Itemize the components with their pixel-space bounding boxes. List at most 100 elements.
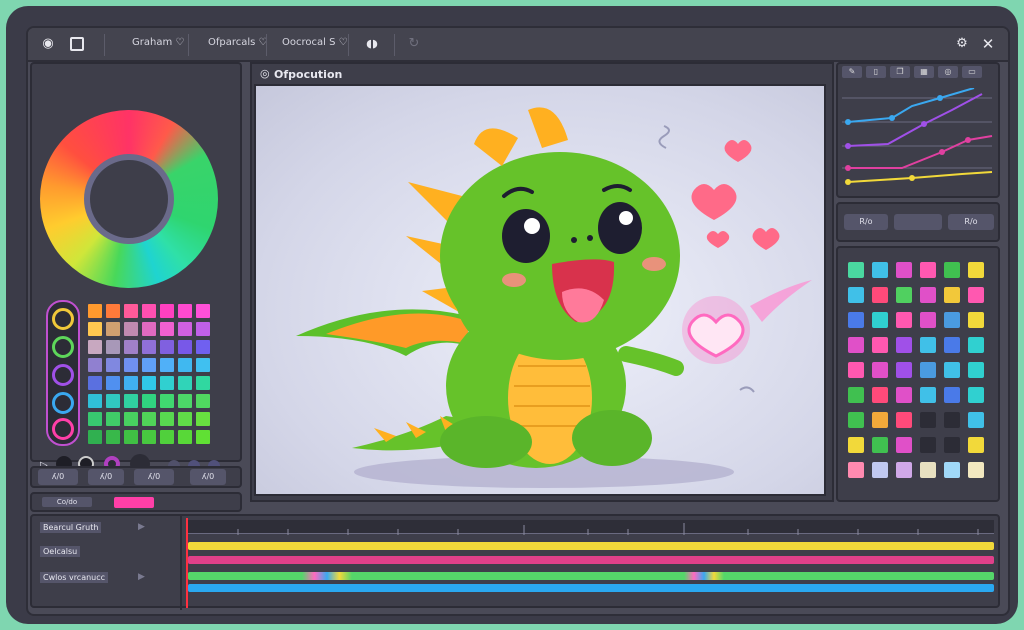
bookmark-icon[interactable]: ▭ — [962, 66, 982, 78]
swatch-right-7-4[interactable] — [944, 437, 960, 453]
track-yellow[interactable] — [188, 542, 994, 550]
swatch-left-3-0[interactable] — [88, 358, 102, 372]
grid-icon[interactable]: ▦ — [914, 66, 934, 78]
track-label-3[interactable]: Cwlos vrcanucc — [40, 572, 109, 583]
swatch-left-5-6[interactable] — [196, 394, 210, 408]
swatch-left-2-0[interactable] — [88, 340, 102, 354]
swatch-right-2-2[interactable] — [896, 312, 912, 328]
track-1-play-icon[interactable]: ▶ — [138, 522, 145, 532]
swatch-left-4-5[interactable] — [178, 376, 192, 390]
swatch-left-6-4[interactable] — [160, 412, 174, 426]
swatch-right-3-0[interactable] — [848, 337, 864, 353]
swatch-left-5-4[interactable] — [160, 394, 174, 408]
swatch-right-2-5[interactable] — [968, 312, 984, 328]
swatch-left-4-3[interactable] — [142, 376, 156, 390]
swatch-left-1-2[interactable] — [124, 322, 138, 336]
swatch-left-1-4[interactable] — [160, 322, 174, 336]
track-green-keyframe-2[interactable] — [684, 572, 724, 580]
swatch-right-2-1[interactable] — [872, 312, 888, 328]
curve-graph[interactable] — [842, 88, 996, 196]
swatch-right-8-4[interactable] — [944, 462, 960, 478]
swatch-left-6-6[interactable] — [196, 412, 210, 426]
yellow-ring-tool[interactable] — [52, 308, 74, 330]
swatch-left-0-0[interactable] — [88, 304, 102, 318]
swatch-left-6-1[interactable] — [106, 412, 120, 426]
btn-2[interactable]: ʎ/0 — [88, 469, 124, 485]
swatch-left-7-3[interactable] — [142, 430, 156, 444]
swatch-left-3-1[interactable] — [106, 358, 120, 372]
play-pause-icon[interactable]: ◖◗ — [364, 36, 380, 52]
swatch-left-1-3[interactable] — [142, 322, 156, 336]
track-magenta[interactable] — [188, 556, 994, 564]
swatch-left-5-2[interactable] — [124, 394, 138, 408]
lock-icon[interactable]: ▯ — [866, 66, 886, 78]
swatch-left-3-5[interactable] — [178, 358, 192, 372]
swatch-right-0-1[interactable] — [872, 262, 888, 278]
swatch-right-3-2[interactable] — [896, 337, 912, 353]
active-color-chip[interactable] — [114, 497, 154, 508]
swatch-right-6-3[interactable] — [920, 412, 936, 428]
swatch-left-7-0[interactable] — [88, 430, 102, 444]
timeline-ruler[interactable] — [188, 520, 994, 535]
btn-4[interactable]: ʎ/0 — [190, 469, 226, 485]
swatch-right-0-5[interactable] — [968, 262, 984, 278]
swatch-right-1-0[interactable] — [848, 287, 864, 303]
swatch-right-5-0[interactable] — [848, 387, 864, 403]
purple-ring-tool[interactable] — [52, 364, 74, 386]
swatch-left-1-0[interactable] — [88, 322, 102, 336]
swatch-left-7-2[interactable] — [124, 430, 138, 444]
swatch-right-4-4[interactable] — [944, 362, 960, 378]
menu-ofparcals[interactable]: Ofparcals ♡ — [208, 37, 268, 48]
swatch-left-2-4[interactable] — [160, 340, 174, 354]
app-logo-icon[interactable]: ◉ — [40, 36, 56, 52]
swatch-left-5-1[interactable] — [106, 394, 120, 408]
copy-icon[interactable]: ❐ — [890, 66, 910, 78]
swatch-left-7-1[interactable] — [106, 430, 120, 444]
swatch-right-7-0[interactable] — [848, 437, 864, 453]
swatch-right-4-3[interactable] — [920, 362, 936, 378]
settings-icon[interactable]: ⚙ — [954, 36, 970, 52]
swatch-right-1-3[interactable] — [920, 287, 936, 303]
swatch-left-6-2[interactable] — [124, 412, 138, 426]
pencil-tool-icon[interactable]: ✎ — [842, 66, 862, 78]
square-tool-icon[interactable] — [70, 37, 84, 51]
swatch-right-7-1[interactable] — [872, 437, 888, 453]
pink-ring-tool[interactable] — [52, 418, 74, 440]
swatch-right-1-2[interactable] — [896, 287, 912, 303]
curve-btn-3[interactable]: R/o — [948, 214, 994, 230]
swatch-right-1-5[interactable] — [968, 287, 984, 303]
swatch-right-4-2[interactable] — [896, 362, 912, 378]
swatch-right-3-4[interactable] — [944, 337, 960, 353]
swatch-right-0-3[interactable] — [920, 262, 936, 278]
swatch-left-4-4[interactable] — [160, 376, 174, 390]
swatch-right-5-3[interactable] — [920, 387, 936, 403]
swatch-right-6-5[interactable] — [968, 412, 984, 428]
green-ring-tool[interactable] — [52, 336, 74, 358]
swatch-left-2-5[interactable] — [178, 340, 192, 354]
swatch-left-0-5[interactable] — [178, 304, 192, 318]
swatch-left-3-3[interactable] — [142, 358, 156, 372]
track-blue[interactable] — [188, 584, 994, 592]
close-icon[interactable]: ✕ — [980, 36, 996, 52]
swatch-left-6-0[interactable] — [88, 412, 102, 426]
swatch-left-5-3[interactable] — [142, 394, 156, 408]
menu-graham[interactable]: Graham ♡ — [132, 37, 184, 48]
swatch-left-4-0[interactable] — [88, 376, 102, 390]
swatch-right-3-3[interactable] — [920, 337, 936, 353]
swatch-right-0-0[interactable] — [848, 262, 864, 278]
swatch-right-6-4[interactable] — [944, 412, 960, 428]
swatch-left-6-5[interactable] — [178, 412, 192, 426]
swatch-left-2-6[interactable] — [196, 340, 210, 354]
swatch-right-4-0[interactable] — [848, 362, 864, 378]
swatch-right-8-3[interactable] — [920, 462, 936, 478]
swatch-left-0-3[interactable] — [142, 304, 156, 318]
swatch-right-3-1[interactable] — [872, 337, 888, 353]
swatch-right-8-1[interactable] — [872, 462, 888, 478]
swatch-right-8-2[interactable] — [896, 462, 912, 478]
track-label-1[interactable]: Bearcul Gruth — [40, 522, 102, 533]
swatch-left-3-2[interactable] — [124, 358, 138, 372]
drawing-canvas[interactable] — [254, 84, 826, 496]
swatch-left-5-0[interactable] — [88, 394, 102, 408]
blue-ring-tool[interactable] — [52, 392, 74, 414]
swatch-right-3-5[interactable] — [968, 337, 984, 353]
